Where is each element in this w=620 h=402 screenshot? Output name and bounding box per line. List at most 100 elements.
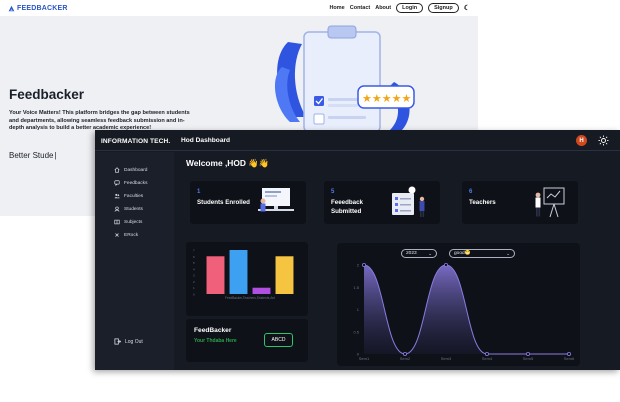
bar-ant bbox=[275, 256, 294, 294]
x-tick-label: Sem3 bbox=[441, 356, 452, 361]
y-tick-label: 1 bbox=[193, 286, 195, 290]
screen: FEEDBACKER Home Contact About Login Sign… bbox=[0, 0, 620, 402]
semester-area-chart: 00.511.52Sem1 Sem2 Sem3 Sem4 Sem5 Sem6 bbox=[353, 262, 575, 362]
x-tick-label: Sem2 bbox=[400, 356, 411, 361]
teacher-board-illustration bbox=[535, 187, 565, 218]
bar-chart-card: 0 1 2 3 4 5 6 7 FeedBacker,Teachers,Students,Ant bbox=[186, 242, 308, 316]
logo-icon bbox=[8, 5, 15, 11]
x-tick-label: Sem5 bbox=[523, 356, 534, 361]
rating-select-value: good😁 bbox=[454, 251, 471, 256]
sidebar: Dashboard Feedbacks Faculties Students S… bbox=[95, 152, 174, 370]
y-tick-label: 4 bbox=[193, 267, 195, 271]
stat-label: Teachers bbox=[469, 199, 496, 206]
feedbacker-card-tagline: Your Thdaba Here bbox=[194, 338, 237, 344]
book-icon bbox=[114, 219, 120, 225]
data-point bbox=[361, 262, 366, 267]
dashboard-topbar: INFORMATION TECH. Hod Dashboard H bbox=[95, 130, 620, 151]
year-select-value: 2023 bbox=[406, 251, 417, 256]
sidebar-item-label: ERock bbox=[124, 232, 139, 238]
close-icon bbox=[115, 233, 119, 237]
sidebar-item-subjects[interactable]: Subjects bbox=[114, 219, 142, 225]
avatar[interactable]: H bbox=[576, 135, 587, 146]
logout-icon bbox=[114, 338, 121, 345]
bar-students bbox=[252, 287, 271, 294]
brand-name: FEEDBACKER bbox=[17, 4, 68, 12]
sidebar-item-label: Faculties bbox=[124, 193, 144, 199]
x-tick-label: Sem1 bbox=[359, 356, 370, 361]
stat-card-feedback[interactable]: 5 Feeedback Submitted bbox=[324, 181, 440, 224]
data-point bbox=[484, 352, 489, 357]
x-tick-label: Sem6 bbox=[564, 356, 575, 361]
chevron-down-icon: ⌄ bbox=[428, 250, 432, 256]
feedbacker-card-title: FeedBacker bbox=[194, 327, 232, 334]
sidebar-item-students[interactable]: Students bbox=[114, 206, 143, 212]
brand[interactable]: FEEDBACKER bbox=[8, 5, 68, 12]
landing-navbar: FEEDBACKER Home Contact About Login Sign… bbox=[0, 0, 478, 16]
stat-label: Students Enrolled bbox=[197, 199, 250, 206]
semester-chart-card: 2023 ⌄ good😁 ⌄ 0 0.5 1 1.5 2 Sem1 Sem2 Sem3 Sem4… bbox=[337, 243, 580, 366]
stat-label: Feeedback Submitted bbox=[331, 199, 363, 215]
y-tick-label: 0.5 bbox=[353, 329, 359, 334]
nav-home-link[interactable]: Home bbox=[329, 5, 344, 11]
y-tick-label: 5 bbox=[193, 261, 195, 265]
bar-teachers bbox=[229, 250, 248, 294]
sidebar-item-faculties[interactable]: Faculties bbox=[114, 193, 143, 199]
stat-card-teachers[interactable]: 6 Teachers bbox=[462, 181, 578, 224]
sun-icon[interactable] bbox=[598, 135, 609, 146]
y-tick-label: 6 bbox=[193, 255, 195, 259]
department-name: INFORMATION TECH. bbox=[101, 138, 171, 145]
sidebar-item-erock[interactable]: ERock bbox=[114, 232, 138, 238]
y-tick-label: 2 bbox=[357, 263, 360, 268]
logout-label: Log Out bbox=[125, 338, 143, 345]
chevron-down-icon: ⌄ bbox=[506, 250, 510, 256]
y-tick-label: 2 bbox=[193, 280, 195, 284]
x-tick-label: Sem4 bbox=[482, 356, 493, 361]
sidebar-item-label: Feedbacks bbox=[124, 180, 148, 186]
feedback-form-illustration bbox=[392, 186, 425, 217]
y-tick-label: 0 bbox=[193, 293, 195, 297]
hero-title: Feedbacker bbox=[9, 87, 85, 102]
y-tick-label: 3 bbox=[193, 274, 195, 278]
stat-card-students[interactable]: 1 Students Enrolled bbox=[190, 181, 306, 224]
chat-icon bbox=[114, 180, 120, 186]
nav-contact-link[interactable]: Contact bbox=[350, 5, 370, 11]
y-tick-label: 1 bbox=[357, 307, 360, 312]
data-point bbox=[525, 352, 530, 357]
student-desk-illustration bbox=[258, 188, 294, 212]
nav-about-link[interactable]: About bbox=[375, 5, 391, 11]
signup-button[interactable]: Signup bbox=[428, 3, 459, 13]
home-icon bbox=[114, 167, 120, 173]
x-axis-label: FeedBacker,Teachers,Students,Ant bbox=[225, 296, 275, 300]
y-tick-label: 7 bbox=[193, 249, 195, 253]
login-button[interactable]: Login bbox=[396, 3, 424, 13]
stat-number: 6 bbox=[469, 189, 473, 195]
abcd-button[interactable]: ABCD bbox=[264, 333, 293, 347]
people-icon bbox=[114, 193, 120, 199]
bar-feedbacker bbox=[206, 256, 225, 294]
sidebar-item-dashboard[interactable]: Dashboard bbox=[114, 167, 147, 173]
data-point bbox=[444, 262, 449, 267]
dashboard-title: Hod Dashboard bbox=[181, 137, 231, 144]
sidebar-item-label: Subjects bbox=[124, 219, 143, 225]
year-select[interactable]: 2023 ⌄ bbox=[401, 249, 437, 258]
welcome-heading: Welcome ,HOD 👋👋 bbox=[186, 158, 270, 168]
logout-button[interactable]: Log Out bbox=[114, 338, 143, 345]
stat-number: 1 bbox=[197, 189, 201, 195]
rating-select[interactable]: good😁 ⌄ bbox=[449, 249, 515, 258]
student-icon bbox=[114, 206, 120, 212]
clipboard-illustration: ★★★★★ bbox=[275, 25, 415, 132]
y-tick-label: 1.5 bbox=[353, 285, 359, 290]
bar-chart: 0 1 2 3 4 5 6 7 FeedBacker,Teachers,Students,Ant bbox=[193, 249, 294, 300]
sidebar-item-label: Dashboard bbox=[124, 167, 148, 173]
hod-dashboard-window: INFORMATION TECH. Hod Dashboard H Dashbo… bbox=[95, 130, 620, 370]
data-point bbox=[566, 352, 571, 357]
stat-number: 5 bbox=[331, 189, 335, 195]
sidebar-item-feedbacks[interactable]: Feedbacks bbox=[114, 180, 147, 186]
moon-icon[interactable]: ☾ bbox=[464, 4, 470, 12]
svg-text:★★★★★: ★★★★★ bbox=[362, 92, 411, 105]
feedbacker-card: FeedBacker Your Thdaba Here ABCD bbox=[186, 319, 308, 362]
sidebar-item-label: Students bbox=[124, 206, 143, 212]
data-point bbox=[403, 352, 408, 357]
nav-links: Home Contact About Login Signup ☾ bbox=[329, 3, 470, 13]
hero-typed-text: Better Stude bbox=[9, 151, 57, 160]
